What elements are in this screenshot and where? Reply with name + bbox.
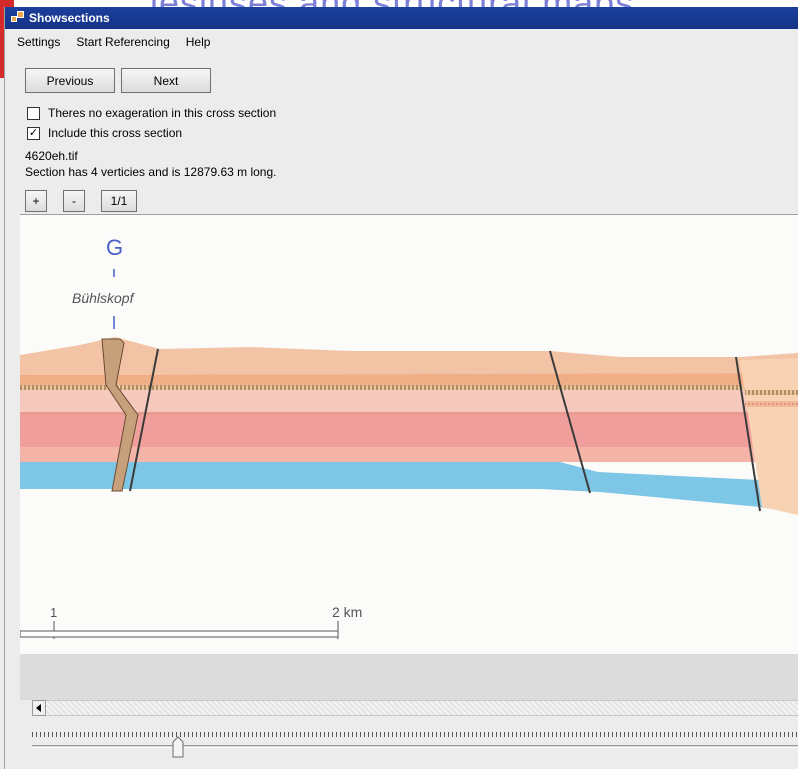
title-bar[interactable]: Showsections [5, 7, 798, 29]
layer-right-dots [745, 401, 798, 407]
no-exaggeration-label: Theres no exageration in this cross sect… [48, 106, 277, 120]
section-slider[interactable] [32, 728, 798, 764]
app-icon [11, 11, 25, 25]
previous-button[interactable]: Previous [25, 68, 115, 93]
zoom-reset-button[interactable]: 1/1 [101, 190, 137, 212]
layer-light-pink [20, 390, 798, 412]
chevron-left-icon [36, 704, 41, 712]
scale-label-end: 2 km [332, 604, 362, 620]
slider-track [32, 745, 798, 748]
cross-section-image: G Bühlskopf 1 2 km [20, 235, 798, 639]
menu-help[interactable]: Help [178, 35, 219, 49]
scale-bar [20, 630, 339, 638]
include-section-option[interactable]: ✓ Include this cross section [27, 126, 182, 140]
layer-orange [20, 373, 798, 385]
slider-thumb[interactable] [172, 736, 184, 758]
menu-start-referencing[interactable]: Start Referencing [68, 35, 177, 49]
cross-section-viewport[interactable]: G Bühlskopf 1 2 km [20, 214, 798, 654]
layer-right-stripe [745, 390, 798, 395]
no-exaggeration-checkbox[interactable] [27, 106, 40, 120]
next-button[interactable]: Next [121, 68, 211, 93]
no-exaggeration-option[interactable]: Theres no exageration in this cross sect… [27, 106, 276, 120]
place-name: Bühlskopf [72, 290, 136, 306]
window-title: Showsections [29, 11, 110, 25]
marker-letter: G [106, 235, 123, 260]
layer-blue [20, 462, 798, 513]
layer-stripe-1 [20, 385, 798, 390]
zoom-in-button[interactable]: + [25, 190, 47, 212]
slider-ticks [32, 732, 798, 737]
layer-topsoil [20, 337, 798, 375]
scale-label-start: 1 [50, 605, 57, 620]
include-section-checkbox[interactable]: ✓ [27, 126, 40, 140]
section-description: Section has 4 verticies and is 12879.63 … [25, 165, 277, 179]
file-name: 4620eh.tif [25, 149, 78, 163]
zoom-out-button[interactable]: - [63, 190, 85, 212]
include-section-label: Include this cross section [48, 126, 183, 140]
menu-settings[interactable]: Settings [9, 35, 68, 49]
viewport-footer [20, 654, 798, 700]
scroll-left-arrow[interactable] [32, 700, 46, 716]
horizontal-scrollbar[interactable] [32, 700, 798, 716]
menu-bar: Settings Start Referencing Help [5, 31, 218, 53]
